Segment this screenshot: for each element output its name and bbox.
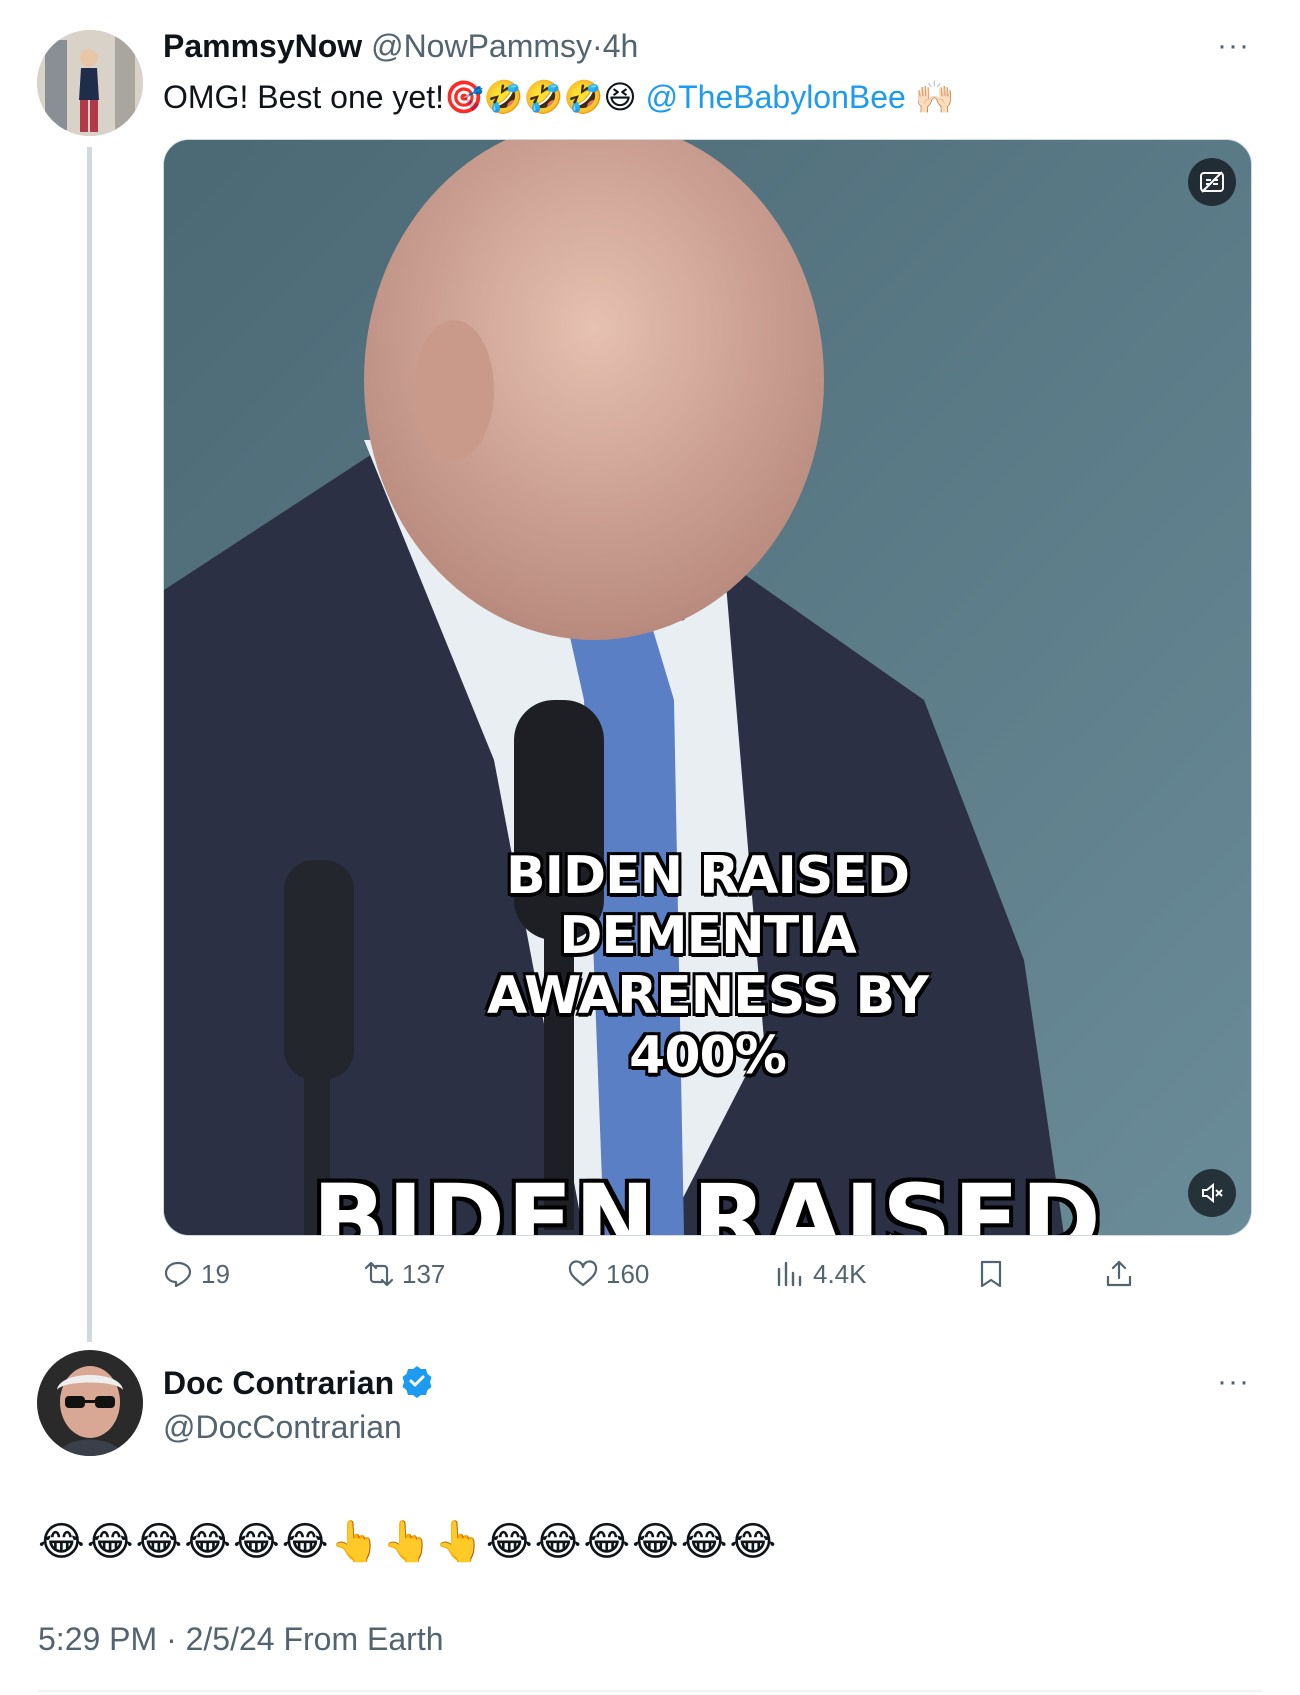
reply-button[interactable]: 19	[163, 1252, 230, 1296]
thread-connector-line	[87, 147, 92, 1342]
tweet2-timestamp[interactable]: 5:29 PM · 2/5/24 From Earth	[38, 1618, 444, 1660]
separator: ·	[592, 28, 603, 64]
reply-icon	[164, 1261, 192, 1288]
like-count: 160	[606, 1258, 650, 1289]
tweet2-handle-row: @DocContrarian	[163, 1407, 402, 1447]
tweet2-header: Doc Contrarian	[163, 1363, 434, 1407]
views-chart-icon	[777, 1261, 802, 1287]
avatar-image	[37, 1350, 143, 1456]
like-button[interactable]: 160	[568, 1252, 649, 1296]
handle[interactable]: @NowPammsy	[371, 28, 592, 64]
video-caption-bottom: BIDEN RAISED	[312, 1164, 1103, 1236]
heart-icon	[568, 1260, 598, 1287]
views-count: 4.4K	[813, 1258, 867, 1289]
raised-hands-emoji: 🙌🏻	[914, 78, 955, 116]
repost-button[interactable]: 137	[364, 1252, 445, 1296]
video-media[interactable]: BIDEN RAISED DEMENTIA AWARENESS BY 400% …	[163, 139, 1252, 1236]
tweet2-text: 😂😂😂😂😂😂👆👆👆😂😂😂😂😂😂	[38, 1519, 779, 1565]
display-name[interactable]: Doc Contrarian	[163, 1365, 394, 1401]
share-icon	[1106, 1260, 1132, 1287]
mute-icon[interactable]	[1188, 1169, 1236, 1217]
repost-count: 137	[402, 1258, 446, 1289]
avatar-doccontrarian[interactable]	[37, 1350, 143, 1456]
tweet1-action-bar: 19 137 160 4.4K	[0, 1252, 1300, 1296]
avatar-image	[37, 30, 143, 136]
display-name[interactable]: PammsyNow	[163, 28, 362, 64]
mention-link[interactable]: @TheBabylonBee	[646, 79, 906, 115]
captions-glyph	[1200, 171, 1224, 193]
views-button[interactable]: 4.4K	[775, 1252, 867, 1296]
tweet1-text: OMG! Best one yet!🎯🤣🤣🤣😆 @TheBabylonBee 🙌…	[163, 76, 955, 118]
bookmark-button[interactable]	[976, 1252, 1006, 1296]
bookmark-icon	[980, 1260, 1002, 1288]
verified-badge-icon	[400, 1364, 434, 1407]
speaker-muted-glyph	[1202, 1182, 1223, 1204]
captions-off-icon[interactable]	[1188, 158, 1236, 206]
divider	[38, 1690, 1262, 1692]
more-options-icon[interactable]: ···	[1217, 31, 1250, 61]
tweet-text-body: OMG! Best one yet!	[163, 79, 444, 115]
more-options-icon[interactable]: ···	[1217, 1367, 1250, 1397]
avatar-pammsynow[interactable]	[37, 30, 143, 136]
share-button[interactable]	[1104, 1252, 1134, 1296]
handle[interactable]: @DocContrarian	[163, 1409, 402, 1445]
timestamp-relative[interactable]: 4h	[603, 28, 639, 64]
video-caption: BIDEN RAISED DEMENTIA AWARENESS BY 400%	[487, 846, 929, 1086]
tweet-emojis: 🎯🤣🤣🤣😆	[444, 78, 637, 116]
reply-count: 19	[201, 1258, 230, 1289]
repost-icon	[364, 1261, 394, 1287]
tweet1-header: PammsyNow @NowPammsy·4h	[163, 26, 638, 66]
